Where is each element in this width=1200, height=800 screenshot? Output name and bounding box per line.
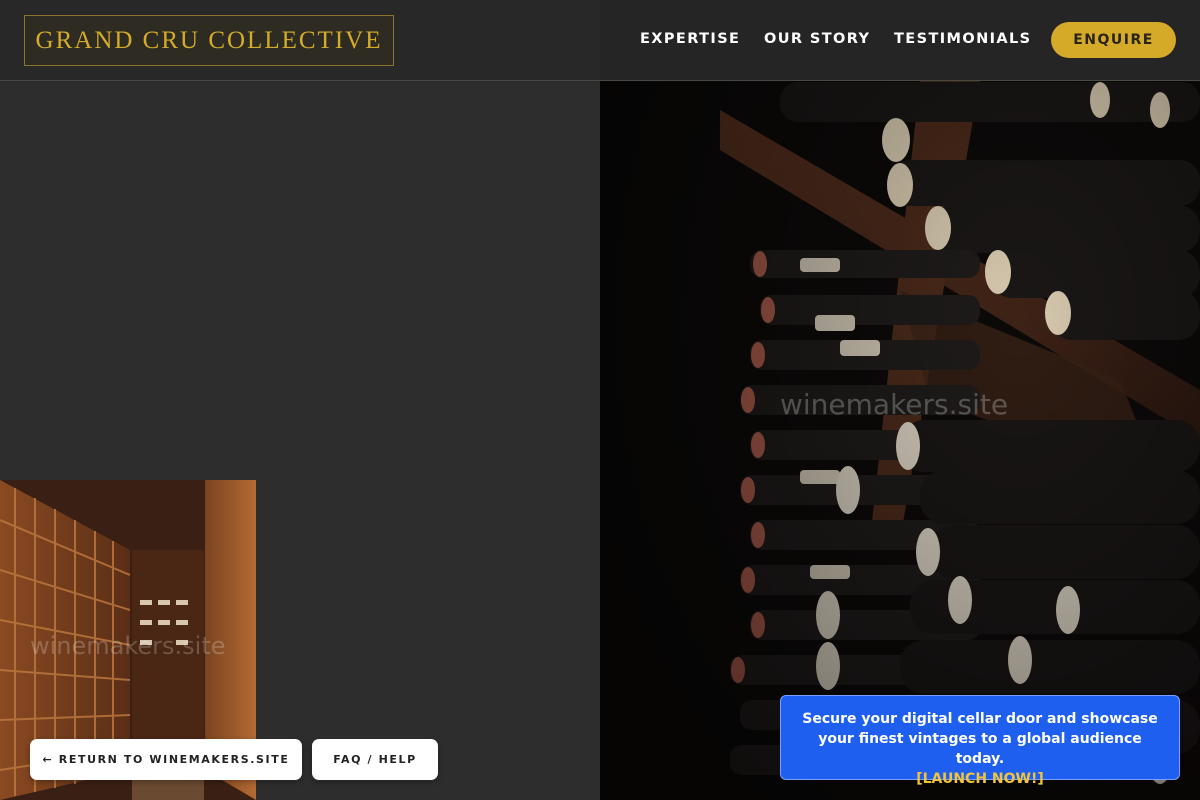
promo-message: Secure your digital cellar door and show… — [802, 711, 1158, 767]
nav-link-testimonials[interactable]: TESTIMONIALS — [894, 31, 1032, 47]
nav-link-our-story[interactable]: OUR STORY — [764, 31, 870, 47]
promo-banner: Secure your digital cellar door and show… — [780, 695, 1180, 787]
launch-now-link[interactable]: [LAUNCH NOW!] — [797, 769, 1163, 789]
brand-logo[interactable]: GRAND CRU COLLECTIVE — [24, 15, 394, 66]
faq-help-button[interactable]: FAQ / HELP — [312, 739, 438, 780]
return-to-site-button[interactable]: ← RETURN TO WINEMAKERS.SITE — [30, 739, 302, 780]
nav-link-expertise[interactable]: EXPERTISE — [640, 31, 740, 47]
enquire-button[interactable]: ENQUIRE — [1051, 22, 1176, 58]
thumbnail-watermark: winemakers.site — [30, 632, 226, 660]
image-watermark: winemakers.site — [780, 388, 1009, 421]
brand-logo-text: GRAND CRU COLLECTIVE — [35, 26, 383, 54]
site-header: GRAND CRU COLLECTIVE EXPERTISE OUR STORY… — [0, 0, 1200, 81]
